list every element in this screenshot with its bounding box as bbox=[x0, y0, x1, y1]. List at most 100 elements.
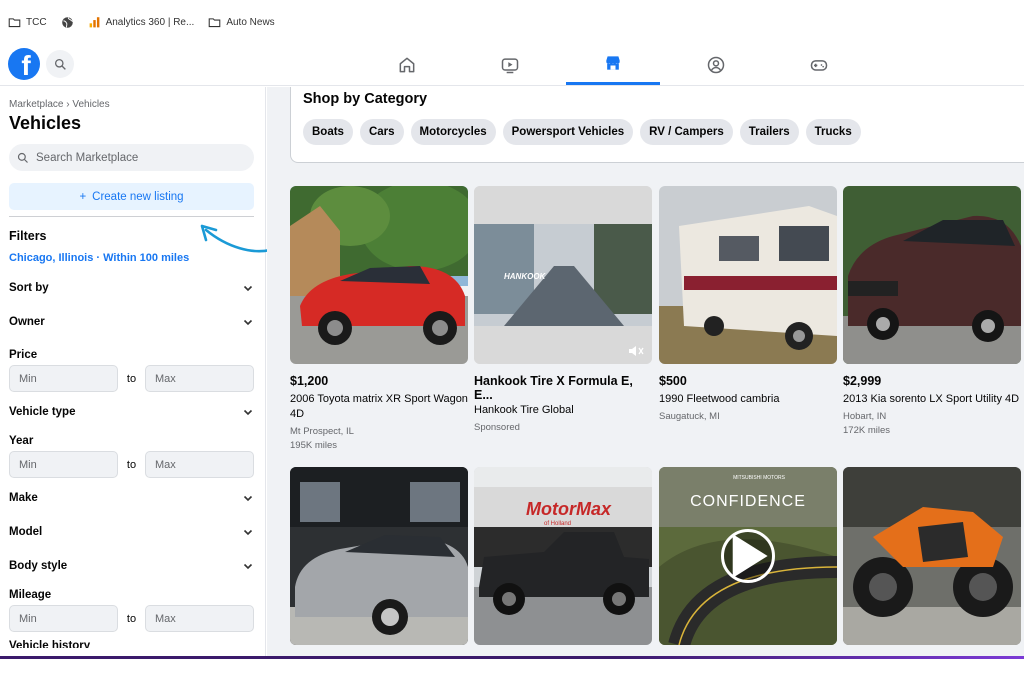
body-style-dropdown[interactable]: Body style bbox=[9, 549, 254, 583]
make-dropdown[interactable]: Make bbox=[9, 481, 254, 515]
top-navigation: f bbox=[0, 44, 1024, 86]
model-dropdown[interactable]: Model bbox=[9, 515, 254, 549]
listing-photo bbox=[290, 467, 468, 645]
divider bbox=[9, 216, 254, 217]
listing-location: Mt Prospect, IL bbox=[290, 426, 354, 437]
year-max-input[interactable]: Max bbox=[145, 451, 254, 478]
listing-card[interactable]: $2,999 2013 Kia sorento LX Sport Utility… bbox=[843, 186, 1021, 438]
year-range: Min to Max bbox=[9, 451, 254, 478]
bookmarks-bar: TCC Analytics 360 | Re... Auto News bbox=[0, 0, 1024, 44]
progress-strip bbox=[0, 656, 1024, 659]
listing-location: Saugatuck, MI bbox=[659, 411, 720, 422]
chip-cars[interactable]: Cars bbox=[359, 119, 404, 145]
tab-video[interactable] bbox=[463, 44, 557, 85]
create-listing-label: Create new listing bbox=[92, 190, 184, 203]
tab-marketplace[interactable] bbox=[566, 44, 660, 85]
year-min-input[interactable]: Min bbox=[9, 451, 118, 478]
vehicle-history-label[interactable]: Vehicle history bbox=[9, 640, 256, 648]
create-listing-button[interactable]: + Create new listing bbox=[9, 183, 254, 210]
bookmark-label: TCC bbox=[26, 16, 47, 28]
groups-icon bbox=[707, 56, 725, 73]
bookmark-auto-news[interactable]: Auto News bbox=[208, 16, 275, 29]
chip-boats[interactable]: Boats bbox=[303, 119, 353, 145]
chevron-down-icon bbox=[243, 409, 253, 416]
search-placeholder: Search Marketplace bbox=[36, 151, 139, 164]
mileage-max-input[interactable]: Max bbox=[145, 605, 254, 632]
listing-card[interactable] bbox=[843, 467, 1021, 645]
range-separator: to bbox=[126, 612, 137, 625]
play-button[interactable] bbox=[721, 529, 775, 583]
chip-motorcycles[interactable]: Motorcycles bbox=[410, 119, 496, 145]
model-label: Model bbox=[9, 526, 43, 538]
bookmark-globe[interactable] bbox=[61, 16, 74, 29]
chip-powersport[interactable]: Powersport Vehicles bbox=[502, 119, 634, 145]
chevron-down-icon bbox=[243, 529, 253, 536]
listing-card[interactable]: $1,200 2006 Toyota matrix XR Sport Wagon… bbox=[290, 186, 468, 453]
listing-mileage: 195K miles bbox=[290, 440, 337, 451]
plus-icon: + bbox=[79, 190, 87, 203]
mute-icon[interactable] bbox=[628, 344, 644, 358]
category-chips: Boats Cars Motorcycles Powersport Vehicl… bbox=[303, 119, 861, 145]
home-icon bbox=[399, 57, 415, 72]
chip-rv-campers[interactable]: RV / Campers bbox=[640, 119, 733, 145]
shop-by-category: Shop by Category Boats Cars Motorcycles … bbox=[290, 87, 1024, 163]
gaming-icon bbox=[810, 59, 828, 71]
sponsored-advertiser: Hankook Tire Global bbox=[474, 404, 574, 416]
bookmark-analytics[interactable]: Analytics 360 | Re... bbox=[88, 16, 195, 29]
listing-title: 2006 Toyota matrix XR Sport Wagon 4D bbox=[290, 393, 468, 420]
vehicle-type-label: Vehicle type bbox=[9, 406, 76, 418]
price-min-input[interactable]: Min bbox=[9, 365, 118, 392]
chevron-down-icon bbox=[243, 285, 253, 292]
listing-location: Hobart, IN bbox=[843, 411, 887, 422]
listing-photo bbox=[290, 186, 468, 364]
chip-trucks[interactable]: Trucks bbox=[805, 119, 861, 145]
video-card[interactable]: MITSUBISHI MOTORS CONFIDENCE bbox=[659, 467, 837, 645]
breadcrumb[interactable]: Marketplace › Vehicles bbox=[9, 99, 256, 110]
search-icon bbox=[17, 152, 28, 163]
listing-price: $500 bbox=[659, 374, 687, 388]
chip-trailers[interactable]: Trailers bbox=[739, 119, 799, 145]
range-separator: to bbox=[126, 372, 137, 385]
tab-home[interactable] bbox=[360, 44, 454, 85]
marketplace-icon bbox=[606, 56, 620, 70]
listing-photo: MotorMax of Holland bbox=[474, 467, 652, 645]
listing-price: $2,999 bbox=[843, 374, 882, 388]
listing-title: 2013 Kia sorento LX Sport Utility 4D bbox=[843, 393, 1020, 405]
search-input[interactable]: Search Marketplace bbox=[9, 144, 254, 171]
sort-by-dropdown[interactable]: Sort by bbox=[9, 271, 254, 305]
bookmark-label: Analytics 360 | Re... bbox=[105, 16, 195, 28]
mileage-range: Min to Max bbox=[9, 605, 254, 632]
vehicle-type-dropdown[interactable]: Vehicle type bbox=[9, 395, 254, 429]
sponsored-label: Sponsored bbox=[474, 422, 520, 433]
mitsubishi-text: MITSUBISHI MOTORS bbox=[733, 475, 786, 481]
category-heading: Shop by Category bbox=[303, 91, 428, 107]
price-label: Price bbox=[9, 349, 38, 361]
listing-card[interactable]: MotorMax of Holland bbox=[474, 467, 652, 645]
listing-card[interactable] bbox=[290, 467, 468, 645]
listing-photo bbox=[659, 186, 837, 364]
bookmark-label: Auto News bbox=[226, 16, 275, 28]
page-title: Vehicles bbox=[9, 113, 82, 133]
listing-title: 1990 Fleetwood cambria bbox=[659, 393, 780, 405]
sponsored-card[interactable]: HANKOOK Hankook Tire X Formula E, E... H… bbox=[474, 186, 652, 435]
play-icon bbox=[732, 534, 768, 578]
owner-dropdown[interactable]: Owner bbox=[9, 305, 254, 339]
listing-photo bbox=[843, 186, 1021, 364]
sponsored-title: Hankook Tire X Formula E, E... bbox=[474, 374, 633, 402]
search-button[interactable] bbox=[46, 50, 74, 78]
range-separator: to bbox=[126, 458, 137, 471]
year-label: Year bbox=[9, 435, 34, 447]
mileage-label: Mileage bbox=[9, 589, 52, 601]
tab-gaming[interactable] bbox=[772, 44, 866, 85]
listing-card[interactable]: $500 1990 Fleetwood cambria Saugatuck, M… bbox=[659, 186, 837, 424]
listing-price: $1,200 bbox=[290, 374, 329, 388]
facebook-logo[interactable]: f bbox=[8, 48, 40, 80]
sort-by-label: Sort by bbox=[9, 282, 49, 294]
price-range: Min to Max bbox=[9, 365, 254, 392]
folder-icon bbox=[8, 17, 21, 27]
price-max-input[interactable]: Max bbox=[145, 365, 254, 392]
bookmark-tcc[interactable]: TCC bbox=[8, 16, 47, 29]
make-label: Make bbox=[9, 492, 38, 504]
mileage-min-input[interactable]: Min bbox=[9, 605, 118, 632]
tab-groups[interactable] bbox=[669, 44, 763, 85]
